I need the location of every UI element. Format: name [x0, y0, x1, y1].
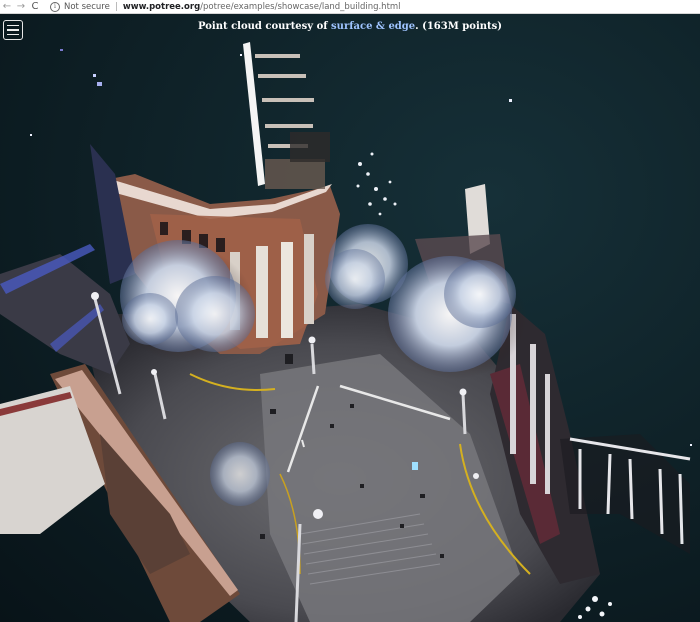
sparse-tree [356, 152, 397, 216]
forward-arrow-icon[interactable]: → [14, 0, 28, 14]
credit-suffix: . (163M points) [415, 21, 502, 32]
surface-edge-link[interactable]: surface & edge [331, 21, 415, 32]
lower-right-tree [578, 596, 612, 619]
browser-address-bar: ← → C i Not secure www.potree.org/potree… [0, 0, 700, 14]
url-host: www.potree.org [122, 1, 201, 12]
security-label[interactable]: Not secure [64, 2, 110, 12]
credit-prefix: Point cloud courtesy of [198, 21, 332, 32]
point-cloud-scene[interactable] [0, 14, 700, 622]
point-cloud-credit: Point cloud courtesy of surface & edge. … [0, 21, 700, 32]
address-divider [115, 2, 117, 11]
info-icon[interactable]: i [50, 1, 60, 12]
url-path: /potree/examples/showcase/land_building.… [200, 1, 401, 12]
back-arrow-icon[interactable]: ← [0, 0, 14, 14]
tree-bottom [210, 442, 270, 506]
left-building [0, 144, 135, 374]
url-field[interactable]: www.potree.org/potree/examples/showcase/… [123, 2, 401, 12]
menu-bar-icon [7, 33, 19, 36]
point-cloud-viewer[interactable]: Point cloud courtesy of surface & edge. … [0, 14, 700, 622]
reload-icon[interactable]: C [28, 0, 42, 14]
